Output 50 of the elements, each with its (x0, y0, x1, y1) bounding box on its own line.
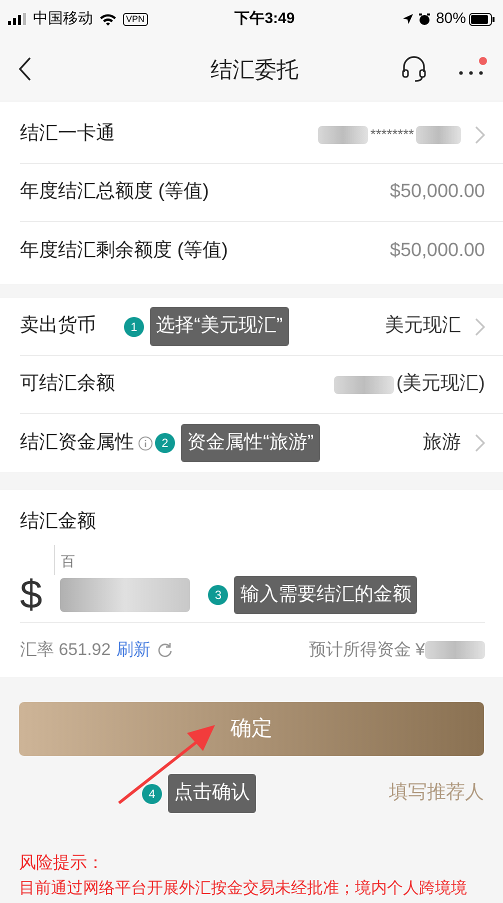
step-badge: 2 (155, 433, 175, 453)
battery-icon (469, 12, 495, 26)
row-label: 年度结汇总额度 (等值) (20, 180, 209, 204)
wifi-icon (99, 12, 117, 26)
refresh-link[interactable]: 刷新 (116, 636, 151, 662)
currency-symbol: $ (20, 575, 42, 615)
masked-value (416, 126, 461, 144)
page-title: 结汇委托 (210, 56, 300, 84)
row-value: ******** (370, 125, 414, 144)
step-badge: 1 (124, 316, 144, 336)
unit-hint: 百 (54, 544, 485, 574)
row-label: 卖出货币 (20, 314, 96, 338)
step-badge: 4 (142, 784, 162, 804)
risk-title: 风险提示： (19, 852, 105, 874)
battery-percent: 80% (436, 8, 466, 29)
confirm-button[interactable]: 确定 (19, 702, 484, 756)
row-label: 结汇资金属性 (20, 430, 134, 455)
row-label: 结汇一卡通 (20, 122, 115, 146)
info-icon[interactable] (138, 436, 153, 450)
amount-input-field[interactable] (60, 578, 190, 612)
row-value: 美元现汇 (385, 314, 461, 338)
annotation-tooltip: 选择“美元现汇” (150, 307, 289, 346)
more-icon[interactable] (459, 71, 483, 75)
row-value: 旅游 (423, 430, 461, 455)
vpn-badge: VPN (123, 12, 148, 26)
row-label: 年度结汇剩余额度 (等值) (20, 238, 228, 263)
risk-text: 目前通过网络平台开展外汇按金交易未经批准；境内个人跨境境 (19, 878, 468, 899)
carrier-name: 中国移动 (33, 8, 93, 29)
annotation-tooltip: 点击确认 (168, 774, 256, 813)
masked-value (318, 126, 368, 144)
annotation-tooltip: 资金属性“旅游” (181, 424, 320, 462)
referrer-link[interactable]: 填写推荐人 (389, 779, 484, 808)
row-value: $50,000.00 (390, 180, 485, 204)
row-value: (美元现汇) (396, 372, 485, 396)
location-arrow-icon (402, 13, 414, 25)
row-value: $50,000.00 (390, 238, 485, 263)
back-icon[interactable] (18, 57, 32, 81)
row-label: 可结汇余额 (20, 372, 115, 396)
estimated-funds-label: 预计所得资金 ¥ (308, 638, 425, 661)
status-time: 下午3:49 (234, 8, 296, 29)
masked-value (425, 640, 485, 658)
refresh-icon[interactable] (156, 642, 173, 658)
amount-label: 结汇金额 (20, 510, 97, 534)
step-badge: 3 (208, 585, 228, 605)
exchange-rate: 汇率 651.92 (20, 638, 111, 661)
signal-icon (8, 13, 28, 25)
masked-value (334, 376, 394, 394)
headset-icon[interactable] (401, 55, 427, 83)
alarm-clock-icon (418, 12, 431, 26)
annotation-tooltip: 输入需要结汇的金额 (234, 576, 418, 614)
